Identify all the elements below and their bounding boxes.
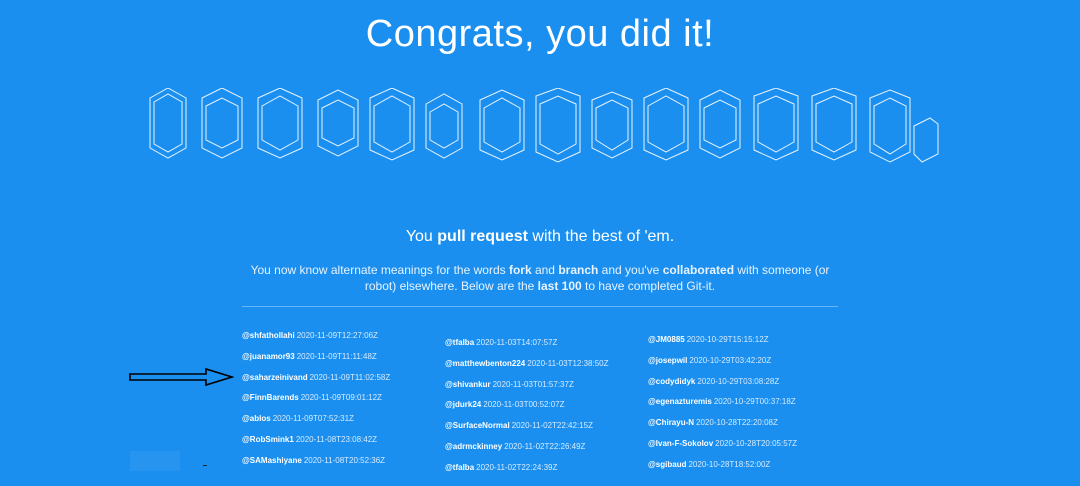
contributors-column-1: @shfathollahi 2020-11-09T12:27:06Z @juana… bbox=[242, 326, 452, 472]
contributor-entry: @Chirayu-N 2020-10-28T22:20:08Z bbox=[648, 413, 858, 434]
contributor-entry: @saharzeinivand 2020-11-09T11:02:58Z bbox=[242, 368, 452, 389]
contributor-link[interactable]: @Ivan-F-Sokolov bbox=[648, 439, 713, 448]
contributor-entry: @shfathollahi 2020-11-09T12:27:06Z bbox=[242, 326, 452, 347]
contributor-timestamp: 2020-11-09T11:11:48Z bbox=[296, 351, 377, 361]
contributor-link[interactable]: @sgibaud bbox=[648, 460, 686, 469]
contributor-timestamp: 2020-11-02T22:42:15Z bbox=[511, 421, 593, 431]
contributor-entry: @SAMashiyane 2020-11-08T20:52:36Z bbox=[242, 451, 452, 472]
contributor-timestamp: 2020-11-09T11:02:58Z bbox=[309, 372, 391, 382]
intro-text-1: You now know alternate meanings for the … bbox=[250, 263, 509, 277]
contributor-link[interactable]: @JM0885 bbox=[648, 335, 685, 344]
contributor-link[interactable]: @shfathollahi bbox=[242, 331, 295, 340]
contributor-timestamp: 2020-11-09T12:27:06Z bbox=[296, 331, 378, 340]
contributor-entry: @tfalba 2020-11-02T22:24:39Z bbox=[445, 458, 655, 479]
contributor-entry: @FinnBarends 2020-11-09T09:01:12Z bbox=[242, 388, 452, 409]
contributor-link[interactable]: @tfalba bbox=[445, 463, 474, 472]
intro-bold-last100: last 100 bbox=[537, 279, 582, 293]
contributor-link[interactable]: @Chirayu-N bbox=[648, 418, 694, 427]
intro-text-3: and you've bbox=[598, 263, 663, 277]
contributor-entry: @matthewbenton224 2020-11-03T12:38:50Z bbox=[445, 354, 655, 375]
contributors-column-3: @JM0885 2020-10-29T15:15:12Z @josepwil 202… bbox=[648, 330, 858, 476]
contributor-entry: @codydidyk 2020-10-29T03:08:28Z bbox=[648, 372, 858, 393]
intro-bold-fork: fork bbox=[508, 263, 532, 277]
contributors-list: @shfathollahi 2020-11-09T12:27:06Z @juana… bbox=[242, 326, 862, 486]
contributor-link[interactable]: @juanamor93 bbox=[242, 352, 295, 361]
contributor-timestamp: 2020-10-29T03:42:20Z bbox=[689, 355, 772, 365]
contributor-entry: @ablos 2020-11-09T07:52:31Z bbox=[242, 409, 452, 430]
subtitle-part2: with the best of 'em. bbox=[527, 228, 675, 245]
intro-text-5: to have completed Git-it. bbox=[581, 279, 716, 293]
ascii-art-banner bbox=[149, 88, 939, 163]
contributor-timestamp: 2020-11-02T22:24:39Z bbox=[476, 462, 558, 472]
contributor-entry: @juanamor93 2020-11-09T11:11:48Z bbox=[242, 347, 452, 368]
intro-bold-collaborated: collaborated bbox=[662, 263, 735, 277]
contributor-link[interactable]: @egenazturemis bbox=[648, 397, 712, 406]
contributors-column-2: @tfalba 2020-11-03T14:07:57Z @matthewbent… bbox=[445, 333, 655, 479]
contributor-link[interactable]: @FinnBarends bbox=[242, 393, 299, 402]
contributor-link[interactable]: @SurfaceNormal bbox=[445, 421, 510, 430]
contributor-timestamp: 2020-11-08T20:52:36Z bbox=[303, 455, 386, 465]
contributor-link[interactable]: @SAMashiyane bbox=[242, 456, 302, 465]
intro-bold-branch: branch bbox=[558, 263, 599, 277]
intro-paragraph: You now know alternate meanings for the … bbox=[240, 262, 840, 294]
contributor-timestamp: 2020-11-03T01:57:37Z bbox=[492, 379, 574, 389]
contributor-entry: @jdurk24 2020-11-03T00:52:07Z bbox=[445, 395, 655, 416]
contributor-timestamp: 2020-11-03T12:38:50Z bbox=[527, 358, 609, 368]
contributor-entry: @RobSmink1 2020-11-08T23:08:42Z bbox=[242, 430, 452, 451]
contributor-entry: @tfalba 2020-11-03T14:07:57Z bbox=[445, 333, 655, 354]
contributor-entry: @shivankur 2020-11-03T01:57:37Z bbox=[445, 375, 655, 396]
small-dark-mark bbox=[203, 465, 207, 466]
contributor-link[interactable]: @adrmckinney bbox=[445, 442, 502, 451]
contributor-timestamp: 2020-11-03T14:07:57Z bbox=[476, 338, 558, 347]
contributor-entry: @JM0885 2020-10-29T15:15:12Z bbox=[648, 330, 858, 351]
section-divider bbox=[242, 306, 838, 307]
contributor-link[interactable]: @matthewbenton224 bbox=[445, 359, 525, 368]
contributor-link[interactable]: @saharzeinivand bbox=[242, 373, 308, 382]
contributor-link[interactable]: @shivankur bbox=[445, 380, 491, 389]
contributor-timestamp: 2020-10-29T03:08:28Z bbox=[697, 376, 780, 386]
contributor-timestamp: 2020-10-29T00:37:18Z bbox=[713, 397, 796, 407]
contributor-link[interactable]: @codydidyk bbox=[648, 377, 695, 386]
contributor-link[interactable]: @tfalba bbox=[445, 338, 474, 347]
subtitle-part1: You bbox=[405, 228, 438, 245]
contributor-entry: @sgibaud 2020-10-28T18:52:00Z bbox=[648, 455, 858, 476]
contributor-timestamp: 2020-10-28T18:52:00Z bbox=[688, 459, 771, 469]
faint-background-mark bbox=[130, 451, 180, 471]
contributor-timestamp: 2020-10-28T20:05:57Z bbox=[715, 438, 797, 448]
subtitle-strong: pull request bbox=[437, 228, 528, 245]
contributor-entry: @egenazturemis 2020-10-29T00:37:18Z bbox=[648, 392, 858, 413]
contributor-entry: @Ivan-F-Sokolov 2020-10-28T20:05:57Z bbox=[648, 434, 858, 455]
contributor-timestamp: 2020-11-09T07:52:31Z bbox=[272, 414, 354, 424]
arrow-right-icon bbox=[129, 367, 234, 387]
subtitle: You pull request with the best of 'em. bbox=[0, 227, 1080, 247]
contributor-timestamp: 2020-11-03T00:52:07Z bbox=[483, 400, 565, 410]
page-title: Congrats, you did it! bbox=[365, 13, 715, 55]
contributor-entry: @adrmckinney 2020-11-02T22:26:49Z bbox=[445, 437, 655, 458]
contributor-timestamp: 2020-11-09T09:01:12Z bbox=[300, 393, 382, 403]
contributor-timestamp: 2020-10-28T22:20:08Z bbox=[696, 418, 778, 428]
intro-text-2: and bbox=[531, 263, 559, 277]
contributor-link[interactable]: @josepwil bbox=[648, 356, 687, 365]
contributor-link[interactable]: @ablos bbox=[242, 414, 271, 423]
contributor-timestamp: 2020-10-29T15:15:12Z bbox=[686, 335, 769, 344]
contributor-timestamp: 2020-11-08T23:08:42Z bbox=[295, 434, 378, 444]
contributor-entry: @SurfaceNormal 2020-11-02T22:42:15Z bbox=[445, 416, 655, 437]
contributor-link[interactable]: @jdurk24 bbox=[445, 400, 481, 409]
contributor-timestamp: 2020-11-02T22:26:49Z bbox=[504, 441, 586, 451]
contributor-entry: @josepwil 2020-10-29T03:42:20Z bbox=[648, 351, 858, 372]
contributor-link[interactable]: @RobSmink1 bbox=[242, 435, 294, 444]
